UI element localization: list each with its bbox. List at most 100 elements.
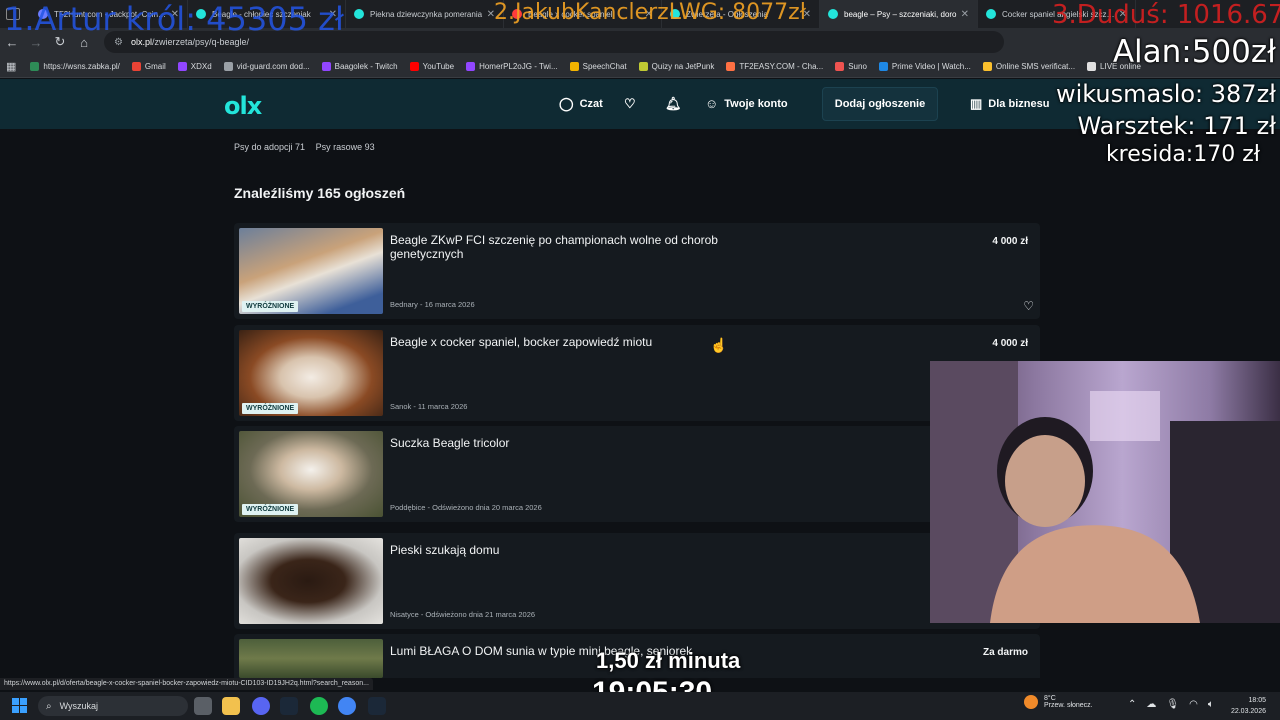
- weather-widget[interactable]: 8°C Przew. słonecz.: [1024, 695, 1093, 709]
- category-links: Psy do adopcji 71 Psy rasowe 93: [234, 142, 383, 152]
- browser-tab[interactable]: Piekna dziewczynka pomerania ✕: [346, 0, 504, 28]
- donor-wikusmaslo: wikusmaslo: 387zł: [1055, 80, 1276, 108]
- windows-start-icon[interactable]: [12, 698, 28, 714]
- steam-icon[interactable]: [368, 697, 386, 715]
- donor-kresida: kresida:170 zł: [1105, 142, 1260, 167]
- chrome-icon[interactable]: [338, 697, 356, 715]
- spotify-icon[interactable]: [310, 697, 328, 715]
- category-link[interactable]: Psy do adopcji 71: [234, 142, 305, 152]
- microphone-icon[interactable]: 🎙︎: [1166, 699, 1179, 710]
- gmail-icon: [131, 62, 141, 71]
- featured-badge: WYRÓŻNIONE: [242, 403, 299, 414]
- category-link[interactable]: Psy rasowe 93: [316, 142, 375, 152]
- chevron-up-icon[interactable]: ⌃: [1128, 699, 1136, 710]
- tab-favicon-icon: [828, 9, 838, 19]
- taskbar-search-input[interactable]: ⌕ Wyszukaj: [38, 696, 188, 716]
- taskbar-date: 22.03.2026: [1230, 708, 1266, 715]
- donor-warsztek: Warsztek: 171 zł: [1077, 112, 1276, 140]
- bookmark-item[interactable]: vid-guard.com dod...: [223, 62, 310, 71]
- listing-location-date: Poddębice - Odświeżono dnia 20 marca 202…: [390, 503, 542, 512]
- listing-title[interactable]: Suczka Beagle tricolor: [390, 436, 780, 450]
- bookmark-item[interactable]: Gmail: [131, 62, 166, 71]
- rate-per-minute: 1,50 zł minuta: [596, 648, 741, 673]
- system-tray: ⌃ ☁ 🎙︎ ◠ 🔈︎: [1128, 699, 1214, 710]
- close-icon[interactable]: ✕: [961, 9, 969, 20]
- bookmark-favicon-icon: [1087, 62, 1097, 71]
- bookmark-favicon-icon: [638, 62, 648, 71]
- bookmark-item[interactable]: Baagolek - Twitch: [321, 62, 398, 71]
- listing-title[interactable]: Beagle ZKwP FCI szczenię po championach …: [390, 233, 780, 261]
- bookmark-favicon-icon: [30, 62, 40, 71]
- bookmark-item[interactable]: XDXd: [177, 62, 212, 71]
- person-head: [1005, 435, 1085, 527]
- featured-badge: WYRÓŻNIONE: [242, 301, 299, 312]
- olx-logo[interactable]: olx: [224, 92, 262, 120]
- bookmark-item[interactable]: https://wsns.zabka.pl/: [30, 62, 120, 71]
- bookmark-favicon-icon: [878, 62, 888, 71]
- add-ad-button[interactable]: Dodaj ogłoszenie: [822, 87, 938, 121]
- twitch-icon: [177, 62, 187, 71]
- clock-area[interactable]: 18:05 22.03.2026: [1231, 695, 1266, 717]
- url-domain: olx.pl: [130, 37, 152, 47]
- bookmark-favicon-icon: [726, 62, 736, 71]
- notifications-link[interactable]: 🔔︎: [665, 96, 688, 112]
- listing-card[interactable]: WYRÓŻNIONE Suczka Beagle tricolor Poddęb…: [234, 426, 1040, 522]
- listing-card[interactable]: Pieski szukają domu Nisatyce - Odświeżon…: [234, 533, 1040, 629]
- sun-icon: [1024, 695, 1038, 709]
- listing-photo[interactable]: WYRÓŻNIONE: [239, 431, 383, 517]
- site-settings-icon[interactable]: ⚙: [114, 37, 123, 48]
- listing-photo[interactable]: [239, 538, 383, 624]
- top-donor-3: 3.Duduś: 1016.67: [1052, 0, 1280, 30]
- bookmark-item[interactable]: TF2EASY.COM - Cha...: [726, 62, 823, 71]
- listing-photo[interactable]: WYRÓŻNIONE: [239, 228, 383, 314]
- listing-price: 4 000 zł: [992, 236, 1028, 247]
- wifi-icon[interactable]: ◠: [1189, 699, 1198, 710]
- bookmark-favicon-icon: [569, 62, 579, 71]
- discord-icon[interactable]: [252, 697, 270, 715]
- favorite-heart-icon[interactable]: ♡: [1023, 299, 1034, 313]
- bookmark-item[interactable]: SpeechChat: [569, 62, 627, 71]
- chat-link[interactable]: ◯ Czat: [559, 96, 603, 112]
- bookmark-item[interactable]: YouTube: [409, 62, 454, 71]
- bookmark-favicon-icon: [982, 62, 992, 71]
- cloud-icon[interactable]: ☁: [1146, 699, 1156, 710]
- listing-location-date: Nisatyce - Odświeżono dnia 21 marca 2026: [390, 610, 536, 619]
- apps-grid-icon[interactable]: ▦: [6, 60, 16, 73]
- top-donor-1: 1.Artur król: 45305 zł: [4, 0, 344, 38]
- steam-icon[interactable]: [280, 697, 298, 715]
- taskbar-time: 18:05: [1248, 697, 1266, 704]
- webcam-scene: [930, 361, 1280, 623]
- bookmark-item[interactable]: HomerPL2oJG - Twi...: [466, 62, 558, 71]
- top-donor-2: 2.JakubKanclerzLWG: 8077zł: [494, 0, 806, 25]
- bookmark-item[interactable]: Online SMS verificat...: [982, 62, 1075, 71]
- account-link[interactable]: ☺ Twoje konto: [705, 96, 788, 111]
- twitch-icon: [321, 62, 331, 71]
- listing-photo[interactable]: [239, 639, 383, 678]
- chat-icon: ◯: [559, 96, 574, 111]
- listing-photo[interactable]: WYRÓŻNIONE: [239, 330, 383, 416]
- speaker-icon[interactable]: 🔈︎: [1208, 699, 1214, 710]
- search-icon: ⌕: [46, 700, 52, 712]
- bookmark-item[interactable]: Prime Video | Watch...: [878, 62, 971, 71]
- bell-icon: 🔔︎: [665, 96, 682, 111]
- featured-badge: WYRÓŻNIONE: [242, 504, 299, 515]
- listing-card[interactable]: WYRÓŻNIONE Beagle ZKwP FCI szczenię po c…: [234, 223, 1040, 319]
- favorites-link[interactable]: ♡: [624, 96, 642, 112]
- listing-card[interactable]: WYRÓŻNIONE Beagle x cocker spaniel, bock…: [234, 325, 1040, 421]
- bookmark-item[interactable]: Quizy na JetPunk: [638, 62, 714, 71]
- bookmark-item[interactable]: Suno: [835, 62, 867, 71]
- listing-location-date: Sanok - 11 marca 2026: [390, 402, 468, 411]
- weather-description: Przew. słonecz.: [1044, 702, 1093, 709]
- business-link[interactable]: ▥ Dla biznesu: [970, 96, 1049, 112]
- file-explorer-icon[interactable]: [222, 697, 240, 715]
- building-icon: ▥: [970, 96, 983, 111]
- listing-location-date: Bednary - 16 marca 2026: [390, 300, 475, 309]
- results-count-heading: Znaleźliśmy 165 ogłoszeń: [234, 185, 406, 201]
- donor-alan: Alan:500zł: [1112, 34, 1276, 70]
- browser-tab-active[interactable]: beagle – Psy – szczeniaki, doro ✕: [820, 0, 978, 28]
- task-view-icon[interactable]: [194, 697, 212, 715]
- listing-title[interactable]: Pieski szukają domu: [390, 543, 780, 557]
- webcam-overlay: [930, 361, 1280, 623]
- mouse-cursor-icon: ☝: [710, 337, 728, 353]
- listing-price: 4 000 zł: [992, 338, 1028, 349]
